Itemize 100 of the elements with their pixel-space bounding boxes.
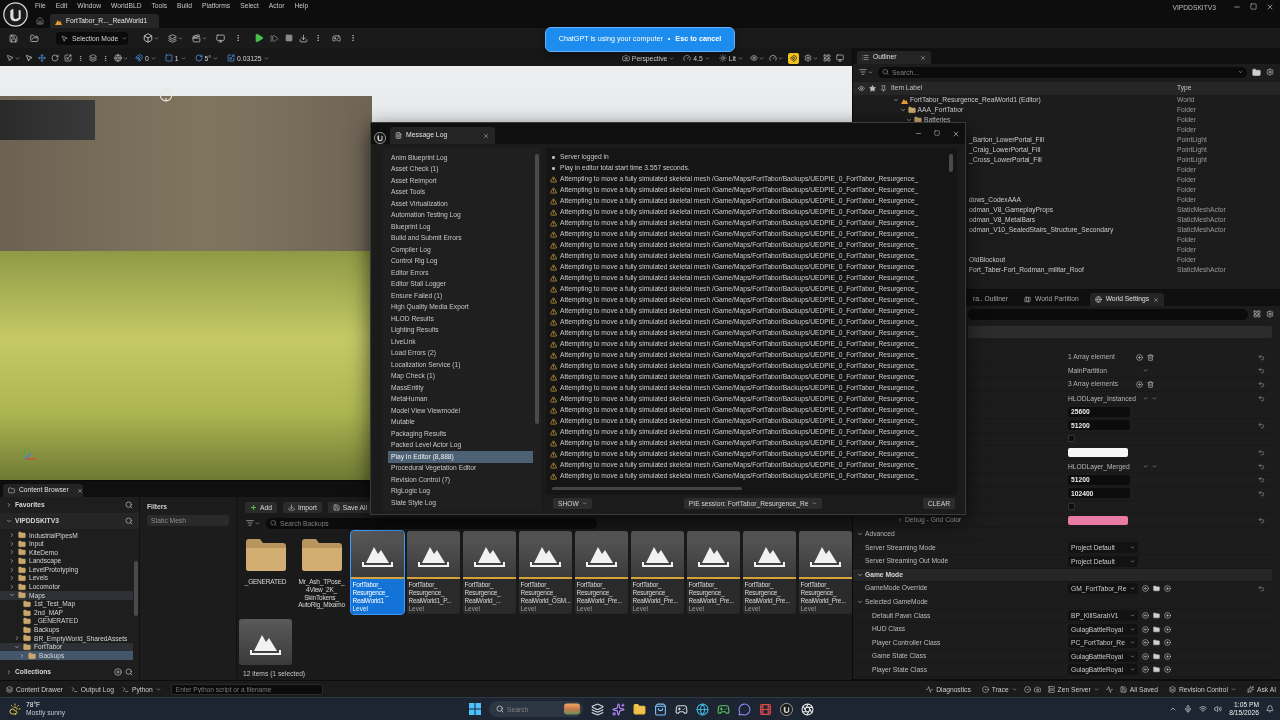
scrollbar-thumb[interactable]	[949, 154, 953, 172]
add-icon[interactable]	[1164, 584, 1171, 592]
pulse-icon[interactable]	[1105, 685, 1113, 693]
color-swatch[interactable]	[1068, 515, 1128, 525]
layers-icon[interactable]	[168, 33, 177, 43]
step-forward-icon[interactable]	[270, 33, 279, 43]
globe-icon[interactable]	[114, 54, 122, 62]
record-icon[interactable]	[1023, 685, 1031, 693]
close-icon[interactable]	[76, 487, 83, 494]
tiles-icon[interactable]	[469, 703, 481, 715]
add-icon[interactable]	[1136, 353, 1143, 361]
add-icon[interactable]	[1164, 639, 1171, 647]
gamepad-icon[interactable]	[332, 33, 341, 43]
undo-icon[interactable]	[1258, 353, 1265, 361]
undo-icon[interactable]	[1258, 381, 1265, 388]
chevron-up-icon[interactable]	[1169, 705, 1178, 713]
caret-icon[interactable]	[6, 502, 12, 508]
monitor-icon[interactable]	[216, 33, 225, 43]
caret-icon[interactable]	[9, 583, 15, 590]
magnet-icon[interactable]	[788, 52, 799, 64]
add-icon[interactable]	[1164, 652, 1171, 660]
filter-icon[interactable]	[246, 519, 254, 527]
layers-icon[interactable]	[89, 54, 97, 62]
camera-icon[interactable]	[1033, 685, 1041, 693]
search-icon[interactable]	[125, 668, 133, 676]
close-icon[interactable]	[1153, 296, 1160, 303]
shopping-bag-icon[interactable]	[654, 702, 667, 716]
more-icon[interactable]	[234, 34, 242, 42]
checkbox[interactable]	[1068, 503, 1075, 511]
arrow-left-icon[interactable]	[1142, 584, 1149, 592]
search-icon[interactable]	[125, 501, 133, 509]
caret-icon[interactable]	[9, 575, 15, 582]
settings-icon[interactable]	[1266, 310, 1274, 318]
undo-icon[interactable]	[1258, 367, 1265, 375]
folder-icon[interactable]	[30, 33, 39, 43]
caret-icon[interactable]	[857, 599, 863, 605]
wifi-icon[interactable]	[1199, 705, 1208, 713]
undo-icon[interactable]	[1258, 394, 1265, 402]
undo-icon[interactable]	[1258, 584, 1265, 592]
caret-icon[interactable]	[14, 644, 20, 650]
caret-icon[interactable]	[899, 107, 906, 113]
sparkle-icon[interactable]	[612, 702, 625, 716]
maximize-icon[interactable]	[1250, 3, 1257, 10]
arrow-left-icon[interactable]	[1142, 612, 1149, 620]
cursor-icon[interactable]	[6, 54, 14, 62]
monitor-icon[interactable]	[836, 54, 844, 62]
caret-icon[interactable]	[9, 540, 15, 547]
caret-icon[interactable]	[6, 669, 12, 675]
chat-bubble-icon[interactable]	[738, 702, 751, 716]
arrow-left-icon[interactable]	[1142, 652, 1149, 660]
gamepad-icon[interactable]	[717, 702, 730, 716]
home-icon[interactable]	[36, 17, 44, 25]
caret-icon[interactable]	[9, 558, 15, 565]
search-icon[interactable]	[125, 517, 133, 525]
close-icon[interactable]	[952, 129, 960, 138]
scrollbar-thumb[interactable]	[535, 154, 539, 424]
asset-tile[interactable]	[239, 619, 292, 666]
caret-icon[interactable]	[893, 97, 899, 103]
caret-icon[interactable]	[9, 566, 15, 573]
cube-icon[interactable]	[143, 33, 153, 43]
caret-icon[interactable]	[6, 518, 12, 524]
clapperboard-icon[interactable]	[192, 33, 201, 43]
caret-icon[interactable]	[9, 592, 15, 599]
stop-icon[interactable]	[285, 34, 293, 42]
bell-icon[interactable]	[1266, 705, 1274, 713]
folder-icon[interactable]	[633, 702, 646, 716]
filter-icon[interactable]	[859, 68, 867, 76]
maximize-icon[interactable]	[934, 129, 940, 136]
close-icon[interactable]	[920, 54, 926, 61]
add-icon[interactable]	[1164, 625, 1171, 633]
arrow-left-icon[interactable]	[1142, 666, 1149, 674]
add-icon[interactable]	[1136, 381, 1143, 388]
gamepad-icon[interactable]	[675, 702, 688, 716]
rotate-icon[interactable]	[51, 54, 59, 62]
close-icon[interactable]	[1266, 3, 1274, 11]
undo-icon[interactable]	[1258, 516, 1265, 524]
color-swatch[interactable]	[1068, 447, 1128, 457]
film-icon[interactable]	[759, 702, 772, 716]
caret-icon[interactable]	[9, 532, 15, 539]
caret-icon[interactable]	[14, 635, 20, 642]
settings-icon[interactable]	[804, 54, 812, 62]
undo-icon[interactable]	[1258, 489, 1265, 497]
caret-icon[interactable]	[857, 571, 863, 578]
settings-icon[interactable]	[1266, 68, 1274, 76]
arrow-left-icon[interactable]	[1142, 639, 1149, 647]
undo-icon[interactable]	[1258, 448, 1265, 456]
move-icon[interactable]	[38, 54, 46, 62]
globe-icon[interactable]	[696, 702, 709, 716]
add-icon[interactable]	[1164, 666, 1171, 674]
gauge-icon[interactable]	[769, 54, 777, 62]
more-icon[interactable]	[349, 34, 357, 42]
layers-icon[interactable]	[591, 702, 604, 716]
volume-icon[interactable]	[1214, 705, 1223, 713]
download-icon[interactable]	[299, 33, 308, 43]
add-icon[interactable]	[114, 668, 122, 676]
grid-icon[interactable]	[1253, 310, 1261, 318]
aperture-icon[interactable]	[801, 702, 814, 716]
delete-icon[interactable]	[1147, 353, 1154, 361]
caret-icon[interactable]	[857, 531, 863, 537]
more-icon[interactable]	[314, 34, 322, 42]
